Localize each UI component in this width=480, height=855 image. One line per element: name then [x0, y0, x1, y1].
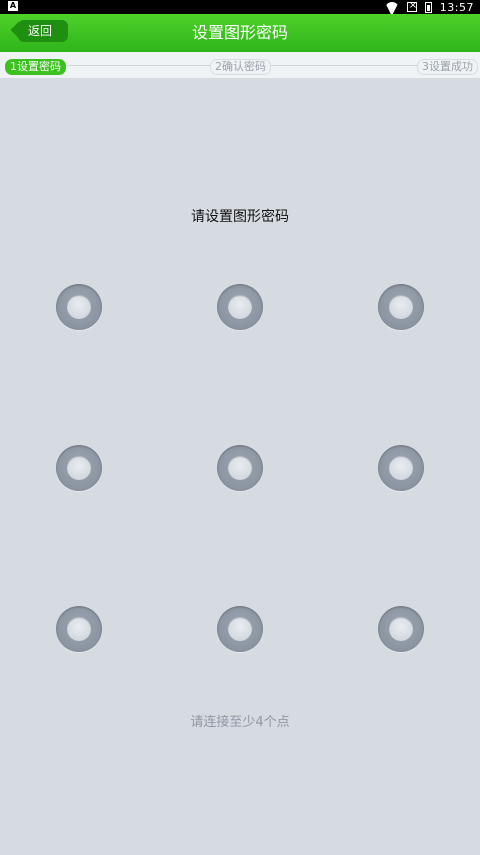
step-2: 2确认密码 — [210, 59, 271, 75]
notification-a-icon: A — [8, 1, 18, 11]
pattern-hint: 请连接至少4个点 — [190, 715, 290, 730]
pattern-dot-5[interactable] — [217, 445, 263, 491]
pattern-prompt: 请设置图形密码 — [191, 209, 289, 225]
status-bar: A 13:57 — [0, 0, 480, 14]
pattern-dot-2[interactable] — [217, 284, 263, 330]
pattern-dot-4[interactable] — [56, 445, 102, 491]
wifi-icon — [385, 2, 399, 12]
step-indicator: 1设置密码 2确认密码 3设置成功 — [0, 52, 480, 78]
pattern-dot-6[interactable] — [378, 445, 424, 491]
title-bar: 返回 设置图形密码 — [0, 14, 480, 52]
pattern-dot-9[interactable] — [378, 606, 424, 652]
back-button-label: 返回 — [28, 24, 53, 38]
battery-icon — [424, 1, 432, 13]
step-3: 3设置成功 — [417, 59, 478, 75]
page-title: 设置图形密码 — [191, 23, 288, 42]
step-1: 1设置密码 — [5, 59, 66, 75]
pattern-dot-3[interactable] — [378, 284, 424, 330]
pattern-dot-8[interactable] — [217, 606, 263, 652]
no-signal-icon — [406, 0, 417, 12]
status-time: 13:57 — [439, 0, 474, 14]
pattern-dot-1[interactable] — [56, 284, 102, 330]
pattern-dot-7[interactable] — [56, 606, 102, 652]
